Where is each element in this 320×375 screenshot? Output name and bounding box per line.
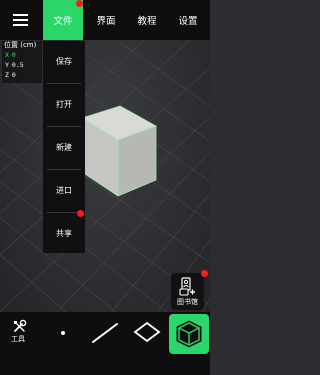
library-badge <box>201 270 208 277</box>
position-y-row[interactable]: Y 0.5 <box>2 60 42 70</box>
file-menu-dropdown: 保存 打开 新建 进口 共享 <box>43 41 85 253</box>
tab-interface[interactable]: 界面 <box>86 0 126 40</box>
tools-button[interactable] <box>0 312 40 352</box>
tools-icon <box>14 319 27 332</box>
share-badge <box>77 210 84 217</box>
y-axis-label: Y <box>5 61 9 69</box>
library-add-icon <box>179 277 195 296</box>
z-value: 0 <box>11 71 16 79</box>
menu-item-save-label: 保存 <box>56 56 72 66</box>
menu-item-new[interactable]: 新建 <box>43 127 85 167</box>
point-tool-button[interactable] <box>43 312 83 352</box>
menu-item-import-label: 进口 <box>56 185 72 195</box>
tools-label: 工具 <box>11 335 25 343</box>
y-value: 0.5 <box>11 61 24 69</box>
position-title: 位置 (cm) <box>4 41 37 49</box>
x-value: 0 <box>11 51 16 59</box>
menu-item-share-label: 共享 <box>56 228 72 238</box>
tab-tutorial-label: 教程 <box>137 16 157 27</box>
library-button[interactable]: 图书馆 <box>171 273 204 310</box>
menu-item-open-label: 打开 <box>56 99 72 109</box>
cube-tool-button[interactable] <box>169 314 209 354</box>
tab-file-badge <box>76 0 83 7</box>
line-tool-icon <box>92 323 118 343</box>
library-label: 图书馆 <box>177 298 198 306</box>
menu-item-open[interactable]: 打开 <box>43 84 85 124</box>
menu-item-share[interactable]: 共享 <box>43 213 85 253</box>
tab-interface-label: 界面 <box>96 16 116 27</box>
plane-tool-button[interactable] <box>127 312 167 352</box>
tab-tutorial[interactable]: 教程 <box>127 0 167 40</box>
x-axis-label: X <box>5 51 9 59</box>
tab-file-label: 文件 <box>53 16 73 27</box>
tab-settings[interactable]: 设置 <box>168 0 208 40</box>
position-z-row[interactable]: Z0 <box>2 70 42 80</box>
z-axis-label: Z <box>5 71 9 79</box>
tab-settings-label: 设置 <box>178 16 198 27</box>
position-x-row[interactable]: X0 <box>2 50 42 60</box>
point-tool-icon <box>61 331 65 335</box>
menu-item-import[interactable]: 进口 <box>43 170 85 210</box>
plane-tool-icon <box>133 321 161 343</box>
position-panel: 位置 (cm) X0 Y 0.5 Z0 <box>2 41 42 83</box>
hamburger-icon <box>12 19 28 21</box>
line-tool-button[interactable] <box>85 312 125 352</box>
cube-tool-icon <box>176 320 202 348</box>
menu-item-new-label: 新建 <box>56 142 72 152</box>
hamburger-menu-button[interactable] <box>0 0 40 40</box>
menu-item-save[interactable]: 保存 <box>43 41 85 81</box>
